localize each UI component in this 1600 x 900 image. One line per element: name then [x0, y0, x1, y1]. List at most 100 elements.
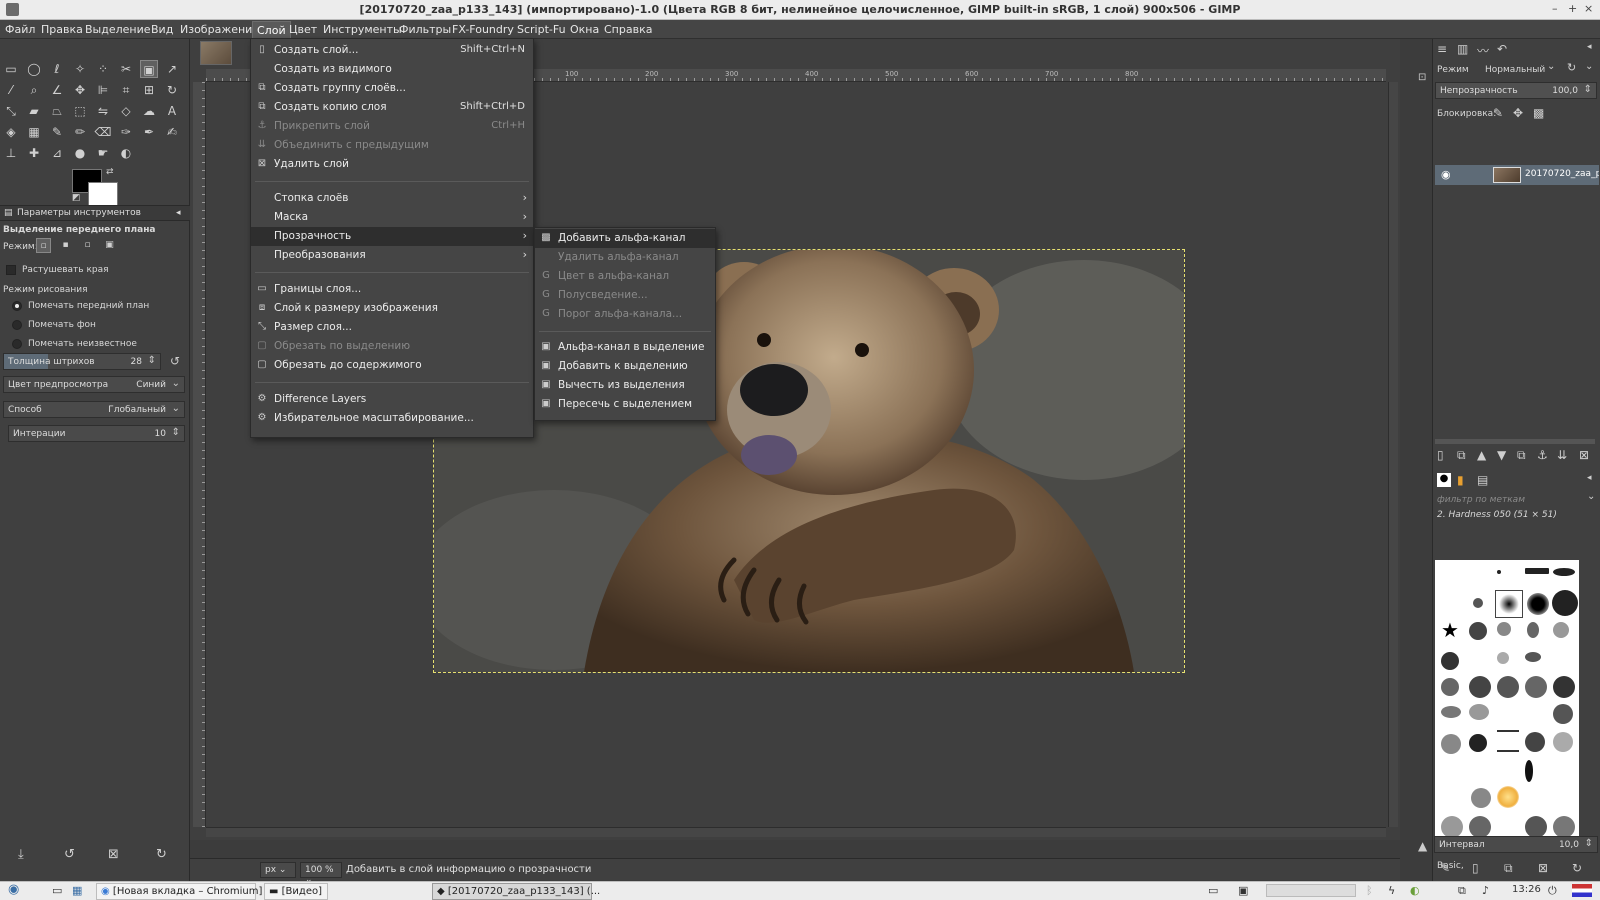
zoom-tool-icon[interactable]: ⌕ [25, 81, 43, 99]
taskbar-video-window[interactable]: ▬ [Видео] [264, 883, 328, 900]
brush-item[interactable] [1553, 704, 1573, 724]
menu-image[interactable]: Изображение [180, 23, 259, 36]
menu-item-color-to-alpha[interactable]: G Цвет в альфа-канал [535, 267, 715, 286]
menu-help[interactable]: Справка [604, 23, 652, 36]
spin-arrows-icon[interactable]: ⇕ [172, 427, 180, 438]
preview-color-select[interactable]: Цвет предпросмотра Синий ⌄ [3, 376, 185, 393]
brush-item[interactable] [1525, 568, 1549, 574]
unified-transform-tool-icon[interactable]: ⊞ [140, 81, 158, 99]
menu-item-new-layer-group[interactable]: ⧉ Создать группу слоёв... [251, 79, 533, 98]
menu-item-selective-scale[interactable]: ⚙ Избирательное масштабирование... [251, 409, 533, 428]
panel-menu-icon[interactable]: ◂ [1587, 42, 1592, 52]
menu-item-duplicate-layer[interactable]: ⧉ Создать копию слоя Shift+Ctrl+D [251, 98, 533, 117]
workspace-switcher-icon[interactable]: ▭ [1208, 884, 1218, 897]
delete-brush-icon[interactable]: ⊠ [1538, 861, 1548, 875]
menu-filters[interactable]: Фильтры [399, 23, 451, 36]
save-options-icon[interactable]: ⤓ [18, 847, 24, 862]
perspective-clone-tool-icon[interactable]: ⊿ [48, 144, 66, 162]
duplicate-layer-icon[interactable]: ⧉ [1517, 448, 1526, 463]
brushes-tab-icon[interactable]: ● [1437, 473, 1451, 487]
brush-item[interactable] [1525, 732, 1545, 752]
warp-transform-tool-icon[interactable]: ☁ [140, 102, 158, 120]
brush-item[interactable] [1469, 676, 1491, 698]
screen-icon[interactable]: ▣ [1238, 884, 1248, 897]
brush-item[interactable] [1553, 568, 1575, 576]
brush-filter-input[interactable]: фильтр по меткам [1437, 495, 1525, 505]
anchor-icon[interactable]: ⚓ [1537, 448, 1548, 462]
brush-item[interactable] [1469, 704, 1489, 720]
text-tool-icon[interactable]: A [163, 102, 181, 120]
ink-tool-icon[interactable]: ✒ [140, 123, 158, 141]
eraser-tool-icon[interactable]: ⌫ [94, 123, 112, 141]
brush-item[interactable] [1471, 788, 1491, 808]
vertical-scrollbar[interactable] [1388, 82, 1398, 827]
volume-icon[interactable]: ♪ [1482, 884, 1489, 897]
maximize-button[interactable]: + [1568, 2, 1577, 15]
airbrush-tool-icon[interactable]: ✑ [117, 123, 135, 141]
layers-scrollbar[interactable] [1435, 439, 1595, 444]
rotate-tool-icon[interactable]: ↻ [163, 81, 181, 99]
align-tool-icon[interactable]: ⊫ [94, 81, 112, 99]
brush-item[interactable] [1441, 706, 1461, 718]
clock[interactable]: 13:26 [1512, 884, 1541, 895]
brush-item[interactable] [1552, 590, 1578, 616]
brush-item[interactable] [1497, 676, 1519, 698]
shear-tool-icon[interactable]: ▰ [25, 102, 43, 120]
merge-icon[interactable]: ⇊ [1557, 448, 1567, 462]
brush-item[interactable] [1525, 652, 1541, 662]
flip-tool-icon[interactable]: ⇋ [94, 102, 112, 120]
lock-pixels-icon[interactable]: ✎ [1493, 106, 1503, 120]
smudge-tool-icon[interactable]: ☛ [94, 144, 112, 162]
mode-select[interactable]: Нормальный [1485, 65, 1545, 75]
menu-item-remove-alpha-channel[interactable]: Удалить альфа-канал [535, 248, 715, 267]
menu-item-delete-layer[interactable]: ⊠ Удалить слой [251, 155, 533, 174]
reset-options-icon[interactable]: ↻ [156, 847, 167, 862]
brush-item[interactable] [1525, 676, 1547, 698]
scale-tool-icon[interactable]: ⤡ [2, 102, 20, 120]
mode-subtract-icon[interactable]: ▫ [80, 238, 95, 253]
new-brush-icon[interactable]: ▯ [1472, 861, 1479, 875]
draw-foreground-radio[interactable] [12, 301, 22, 311]
menu-item-threshold-alpha[interactable]: G Порог альфа-канала... [535, 305, 715, 324]
reset-mode-icon[interactable]: ↻ [1567, 61, 1576, 74]
menu-item-layer-boundary[interactable]: ▭ Границы слоя... [251, 280, 533, 299]
default-colors-icon[interactable]: ◩ [72, 193, 81, 203]
layers-tab-icon[interactable]: ≡ [1437, 42, 1447, 56]
navigate-icon[interactable]: ▲ [1418, 839, 1427, 853]
reset-stroke-width-icon[interactable]: ↺ [170, 354, 180, 368]
bucket-fill-tool-icon[interactable]: ◈ [2, 123, 20, 141]
pencil-tool-icon[interactable]: ✏ [71, 123, 89, 141]
lock-position-icon[interactable]: ✥ [1513, 106, 1523, 120]
menu-item-transform[interactable]: Преобразования › [251, 246, 533, 265]
menu-view[interactable]: Вид [151, 23, 173, 36]
brush-item[interactable] [1527, 593, 1549, 615]
new-layer-group-icon[interactable]: ⧉ [1457, 448, 1466, 463]
brush-item[interactable] [1553, 816, 1575, 838]
fuzzy-select-tool-icon[interactable]: ✧ [71, 60, 89, 78]
brush-item[interactable] [1553, 732, 1573, 752]
brush-item[interactable] [1527, 622, 1539, 638]
menu-script-fu[interactable]: Script-Fu [517, 23, 566, 36]
gradient-tool-icon[interactable]: ▦ [25, 123, 43, 141]
lock-alpha-icon[interactable]: ▩ [1533, 106, 1544, 120]
menu-item-layer-stack[interactable]: Стопка слоёв › [251, 189, 533, 208]
unit-select[interactable]: px ⌄ [260, 862, 296, 878]
brush-item[interactable] [1469, 816, 1491, 838]
stroke-width-slider[interactable]: Толщина штрихов 28 ⇕ [3, 353, 161, 370]
lower-layer-icon[interactable]: ▼ [1497, 448, 1506, 462]
select-by-color-tool-icon[interactable]: ⁘ [94, 60, 112, 78]
duplicate-brush-icon[interactable]: ⧉ [1504, 861, 1513, 876]
brush-item[interactable] [1497, 652, 1509, 664]
menu-item-scale-layer[interactable]: ⤡ Размер слоя... [251, 318, 533, 337]
bluetooth-icon[interactable]: ᛒ [1366, 884, 1373, 897]
panel-menu-icon[interactable]: ◂ [176, 208, 181, 218]
menu-item-add-alpha-channel[interactable]: ▩ Добавить альфа-канал [535, 229, 715, 248]
star-brush-icon[interactable]: ★ [1441, 618, 1459, 642]
menu-item-crop-to-content[interactable]: ▢ Обрезать до содержимого [251, 356, 533, 375]
menu-item-intersect-with-selection[interactable]: ▣ Пересечь с выделением [535, 395, 715, 414]
brush-item[interactable] [1497, 730, 1519, 752]
channels-tab-icon[interactable]: ▥ [1457, 42, 1468, 56]
close-button[interactable]: × [1584, 2, 1593, 15]
menu-item-anchor-layer[interactable]: ⚓ Прикрепить слой Ctrl+H [251, 117, 533, 136]
brush-item[interactable] [1441, 816, 1463, 838]
